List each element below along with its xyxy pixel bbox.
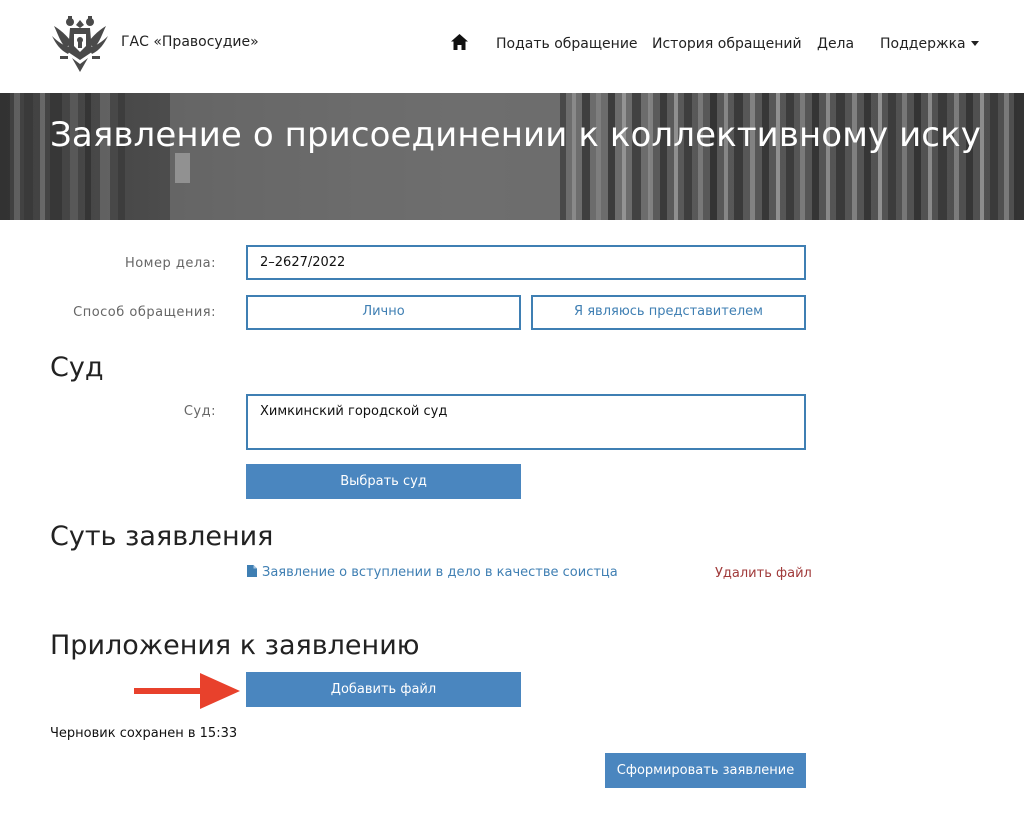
document-icon (247, 565, 257, 577)
case-number-input[interactable]: 2–2627/2022 (246, 245, 806, 280)
banner-background-image (0, 93, 1024, 220)
nav-appeal-history[interactable]: История обращений (652, 36, 802, 52)
add-file-button[interactable]: Добавить файл (246, 672, 521, 707)
essence-file-link[interactable]: Заявление о вступлении в дело в качестве… (247, 565, 618, 580)
case-number-label: Номер дела: (124, 256, 216, 271)
essence-section-title: Суть заявления (50, 521, 274, 552)
page-banner: Заявление о присоединении к коллективном… (0, 93, 1024, 220)
attachments-section-title: Приложения к заявлению (50, 630, 420, 661)
essence-file-name: Заявление о вступлении в дело в качестве… (262, 565, 618, 580)
select-court-button[interactable]: Выбрать суд (246, 464, 521, 499)
appeal-method-label: Способ обращения: (73, 305, 216, 320)
nav-support[interactable]: Поддержка (880, 36, 979, 52)
delete-file-link[interactable]: Удалить файл (715, 566, 812, 581)
court-label: Суд: (183, 404, 216, 419)
appeal-method-personal-button[interactable]: Лично (246, 295, 521, 330)
nav-submit-appeal[interactable]: Подать обращение (496, 36, 638, 52)
nav-support-label: Поддержка (880, 36, 966, 52)
appeal-method-representative-button[interactable]: Я являюсь представителем (531, 295, 806, 330)
nav-cases[interactable]: Дела (817, 36, 854, 52)
submit-application-button[interactable]: Сформировать заявление (605, 753, 806, 788)
draft-status: Черновик сохранен в 15:33 (50, 726, 238, 741)
page-title: Заявление о присоединении к коллективном… (50, 115, 981, 155)
caret-down-icon (970, 41, 979, 46)
red-arrow-annotation (134, 673, 240, 709)
top-header: ГАС «Правосудие» Подать обращение Истори… (0, 0, 1024, 93)
court-section-title: Суд (50, 352, 104, 383)
home-icon[interactable] (451, 34, 468, 50)
court-input[interactable]: Химкинский городской суд (246, 394, 806, 450)
main-navigation: Подать обращение История обращений Дела … (0, 34, 1024, 55)
